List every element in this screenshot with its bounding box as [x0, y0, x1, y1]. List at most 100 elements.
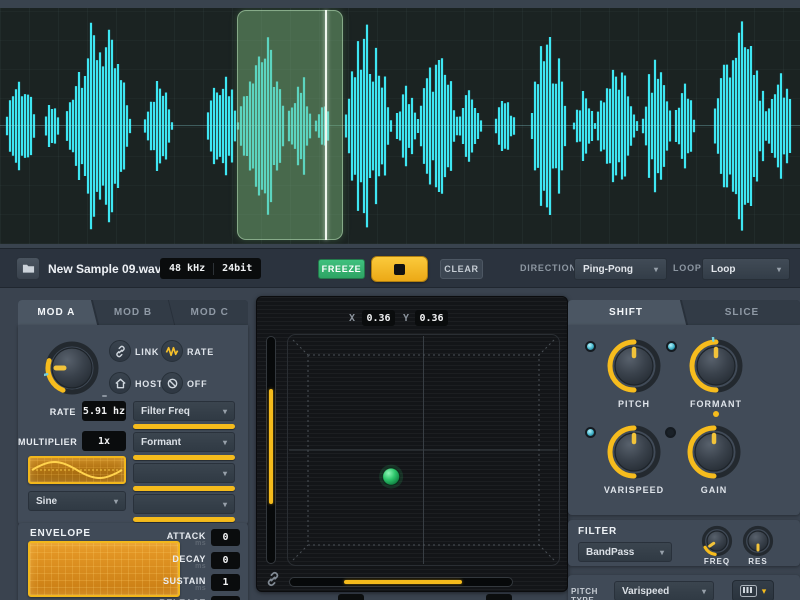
- xy-link-icon[interactable]: [265, 571, 281, 587]
- mod-off-label: OFF: [187, 379, 207, 389]
- link-button[interactable]: [109, 340, 131, 362]
- decay-value[interactable]: 0: [211, 552, 240, 569]
- waveform-icon: [165, 345, 179, 358]
- mod-target-select-3[interactable]: ▾: [133, 463, 235, 483]
- direction-label: DIRECTION: [520, 263, 577, 273]
- sine-wave-graph: [30, 458, 124, 482]
- sustain-value[interactable]: 1: [211, 574, 240, 591]
- filter-freq-label: FREQ: [697, 557, 737, 566]
- xy-pad-panel: X 0.36 Y 0.36: [256, 296, 568, 592]
- varispeed-mod-led[interactable]: [585, 427, 596, 438]
- direction-value: Ping-Pong: [583, 264, 633, 275]
- record-stop-button[interactable]: [371, 256, 428, 282]
- varispeed-knob-label: VARISPEED: [594, 485, 674, 495]
- keyboard-icon: [740, 585, 757, 597]
- lfo-shape-select[interactable]: Sine ▾: [28, 491, 126, 511]
- rate-mode-label: RATE: [187, 347, 214, 357]
- pitch-type-select[interactable]: Varispeed ▾: [614, 581, 714, 600]
- mod-tab-bar: MOD A MOD B MOD C: [18, 300, 248, 325]
- chevron-down-icon: ▾: [223, 438, 227, 447]
- varispeed-knob[interactable]: [605, 423, 663, 486]
- chevron-down-icon: ▾: [223, 469, 227, 478]
- waveform-display[interactable]: [0, 8, 800, 244]
- link-icon: [114, 345, 127, 358]
- mod-target-select-2[interactable]: Formant ▾: [133, 432, 235, 452]
- clear-button[interactable]: CLEAR: [440, 259, 483, 279]
- main-area: MOD A MOD B MOD C LINK RATE: [0, 288, 800, 600]
- cutoff-value-box: [338, 594, 364, 600]
- y-axis-slider[interactable]: [266, 336, 276, 564]
- mod-amount-slider-4[interactable]: [133, 517, 235, 522]
- keyboard-button[interactable]: ▾: [732, 580, 774, 600]
- xy-pad[interactable]: [286, 333, 561, 567]
- chevron-down-icon: ▾: [762, 586, 767, 597]
- chevron-down-icon: ▾: [777, 265, 781, 274]
- sustain-unit: ms: [166, 585, 206, 592]
- y-readout-label: Y: [403, 313, 409, 324]
- filter-res-label: RES: [738, 557, 778, 566]
- pitch-type-panel: PITCH TYPE Varispeed ▾ ▾: [568, 575, 800, 600]
- tab-slice[interactable]: SLICE: [684, 300, 800, 325]
- waveform-graph: [0, 8, 800, 244]
- envelope-display[interactable]: [28, 541, 180, 597]
- decay-unit: ms: [166, 563, 206, 570]
- formant-knob-label: FORMANT: [676, 399, 756, 409]
- pitch-mod-led[interactable]: [585, 341, 596, 352]
- filter-type-select[interactable]: BandPass ▾: [578, 542, 672, 562]
- tab-mod-c[interactable]: MOD C: [171, 300, 248, 325]
- chevron-down-icon: ▾: [702, 587, 706, 596]
- filter-type-value: BandPass: [586, 547, 634, 558]
- waveform-selection[interactable]: [237, 10, 343, 240]
- freeze-button[interactable]: FREEZE: [318, 259, 365, 279]
- mod-amount-slider-1[interactable]: [133, 424, 235, 429]
- loop-label: LOOP: [673, 263, 702, 273]
- chevron-down-icon: ▾: [660, 548, 664, 557]
- shift-tab-bar: SHIFT SLICE: [568, 300, 800, 325]
- x-axis-slider-fill: [344, 580, 462, 584]
- direction-select[interactable]: Ping-Pong ▾: [574, 258, 667, 280]
- pitch-knob[interactable]: [605, 337, 663, 400]
- lfo-shape-display[interactable]: [28, 456, 126, 484]
- mod-off-button[interactable]: [161, 372, 183, 394]
- envelope-panel: ENVELOPE ATTACK ms 0 DECAY ms 0 SUSTAIN …: [18, 523, 248, 600]
- lfo-shape-value: Sine: [36, 496, 57, 507]
- rate-value[interactable]: 5.91 hz: [82, 401, 126, 421]
- gain-knob-label: GAIN: [674, 485, 754, 495]
- sample-file-name: New Sample 09.wav: [48, 262, 161, 276]
- mod-amount-slider-3[interactable]: [133, 486, 235, 491]
- multiplier-value[interactable]: 1x: [82, 431, 126, 451]
- tab-mod-b[interactable]: MOD B: [95, 300, 172, 325]
- x-axis-slider[interactable]: [289, 577, 513, 587]
- host-sync-button[interactable]: [109, 372, 131, 394]
- tab-shift[interactable]: SHIFT: [568, 300, 684, 325]
- gain-mod-led[interactable]: [665, 427, 676, 438]
- host-sync-label: HOST: [135, 379, 163, 389]
- x-readout-value[interactable]: 0.36: [362, 310, 395, 326]
- mod-target-select-1[interactable]: Filter Freq ▾: [133, 401, 235, 421]
- rate-mode-button[interactable]: [161, 340, 183, 362]
- envelope-title: ENVELOPE: [30, 528, 91, 539]
- mod-depth-knob[interactable]: [44, 340, 100, 401]
- release-value[interactable]: 0: [211, 596, 240, 600]
- home-icon: [114, 377, 127, 390]
- open-file-button[interactable]: [16, 257, 40, 280]
- attack-value[interactable]: 0: [211, 529, 240, 546]
- loop-select[interactable]: Loop ▾: [702, 258, 790, 280]
- formant-mod-led[interactable]: [666, 341, 677, 352]
- pitch-knob-label: PITCH: [594, 399, 674, 409]
- tab-mod-a[interactable]: MOD A: [18, 300, 95, 325]
- mod-amount-slider-2[interactable]: [133, 455, 235, 460]
- gain-knob[interactable]: [685, 423, 743, 486]
- mod-target-select-4[interactable]: ▾: [133, 494, 235, 514]
- formant-knob[interactable]: [687, 337, 745, 400]
- cutoff-value-box: [486, 594, 512, 600]
- tick-mark: [102, 395, 107, 397]
- folder-icon: [22, 263, 35, 274]
- y-readout-value[interactable]: 0.36: [415, 310, 448, 326]
- off-icon: [166, 377, 179, 390]
- pitch-type-value: Varispeed: [622, 586, 669, 597]
- sample-toolbar: New Sample 09.wav 48 kHz 24bit FREEZE CL…: [0, 248, 800, 288]
- chevron-down-icon: ▾: [654, 265, 658, 274]
- playhead: [325, 10, 327, 240]
- filter-title: FILTER: [578, 526, 617, 537]
